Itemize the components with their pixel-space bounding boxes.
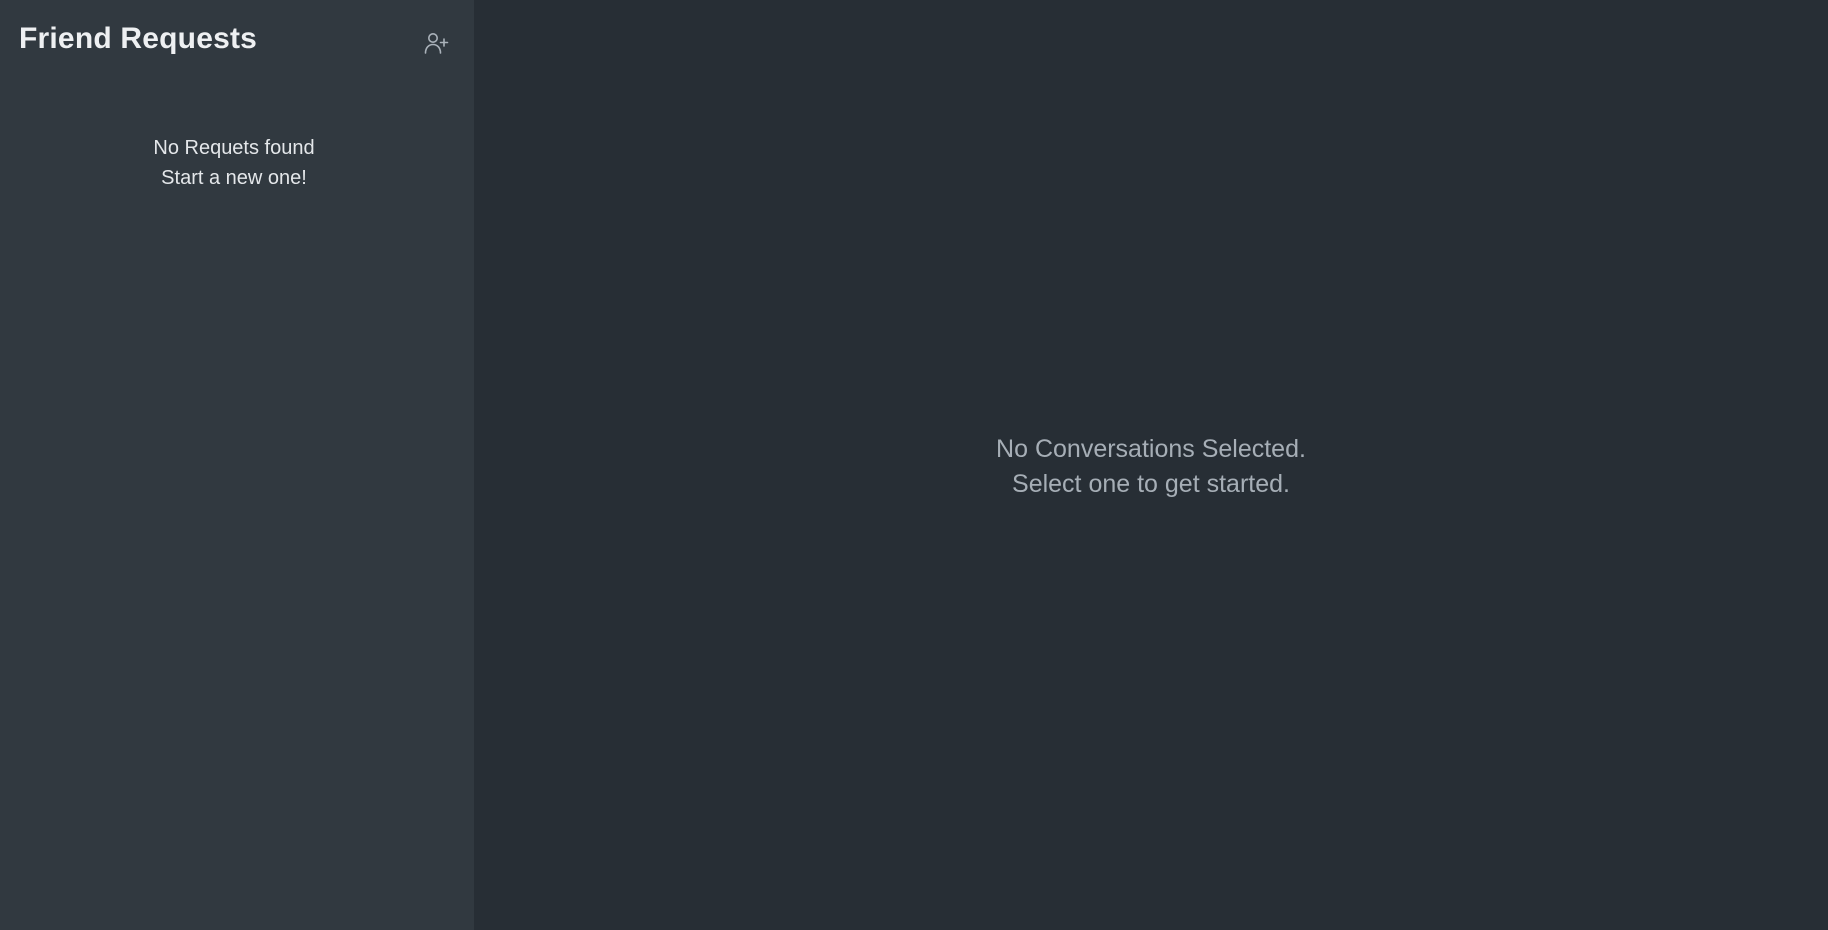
no-requests-line: No Requets found (153, 137, 315, 159)
no-requests-message: No Requets found Start a new one! (0, 133, 468, 193)
sidebar-header: Friend Requests (0, 0, 474, 86)
user-plus-icon (423, 30, 449, 59)
get-started-line: Select one to get started. (1012, 470, 1290, 498)
start-new-line: Start a new one! (161, 167, 307, 189)
no-conversation-line: No Conversations Selected. (996, 435, 1306, 463)
no-conversation-message: No Conversations Selected. Select one to… (474, 432, 1828, 502)
conversation-panel: No Conversations Selected. Select one to… (474, 0, 1828, 930)
friend-requests-sidebar: Friend Requests No Requets found Start a… (0, 0, 474, 930)
add-friend-button[interactable] (420, 28, 452, 60)
sidebar-title: Friend Requests (19, 22, 258, 55)
app-window: Friend Requests No Requets found Start a… (0, 0, 1828, 930)
